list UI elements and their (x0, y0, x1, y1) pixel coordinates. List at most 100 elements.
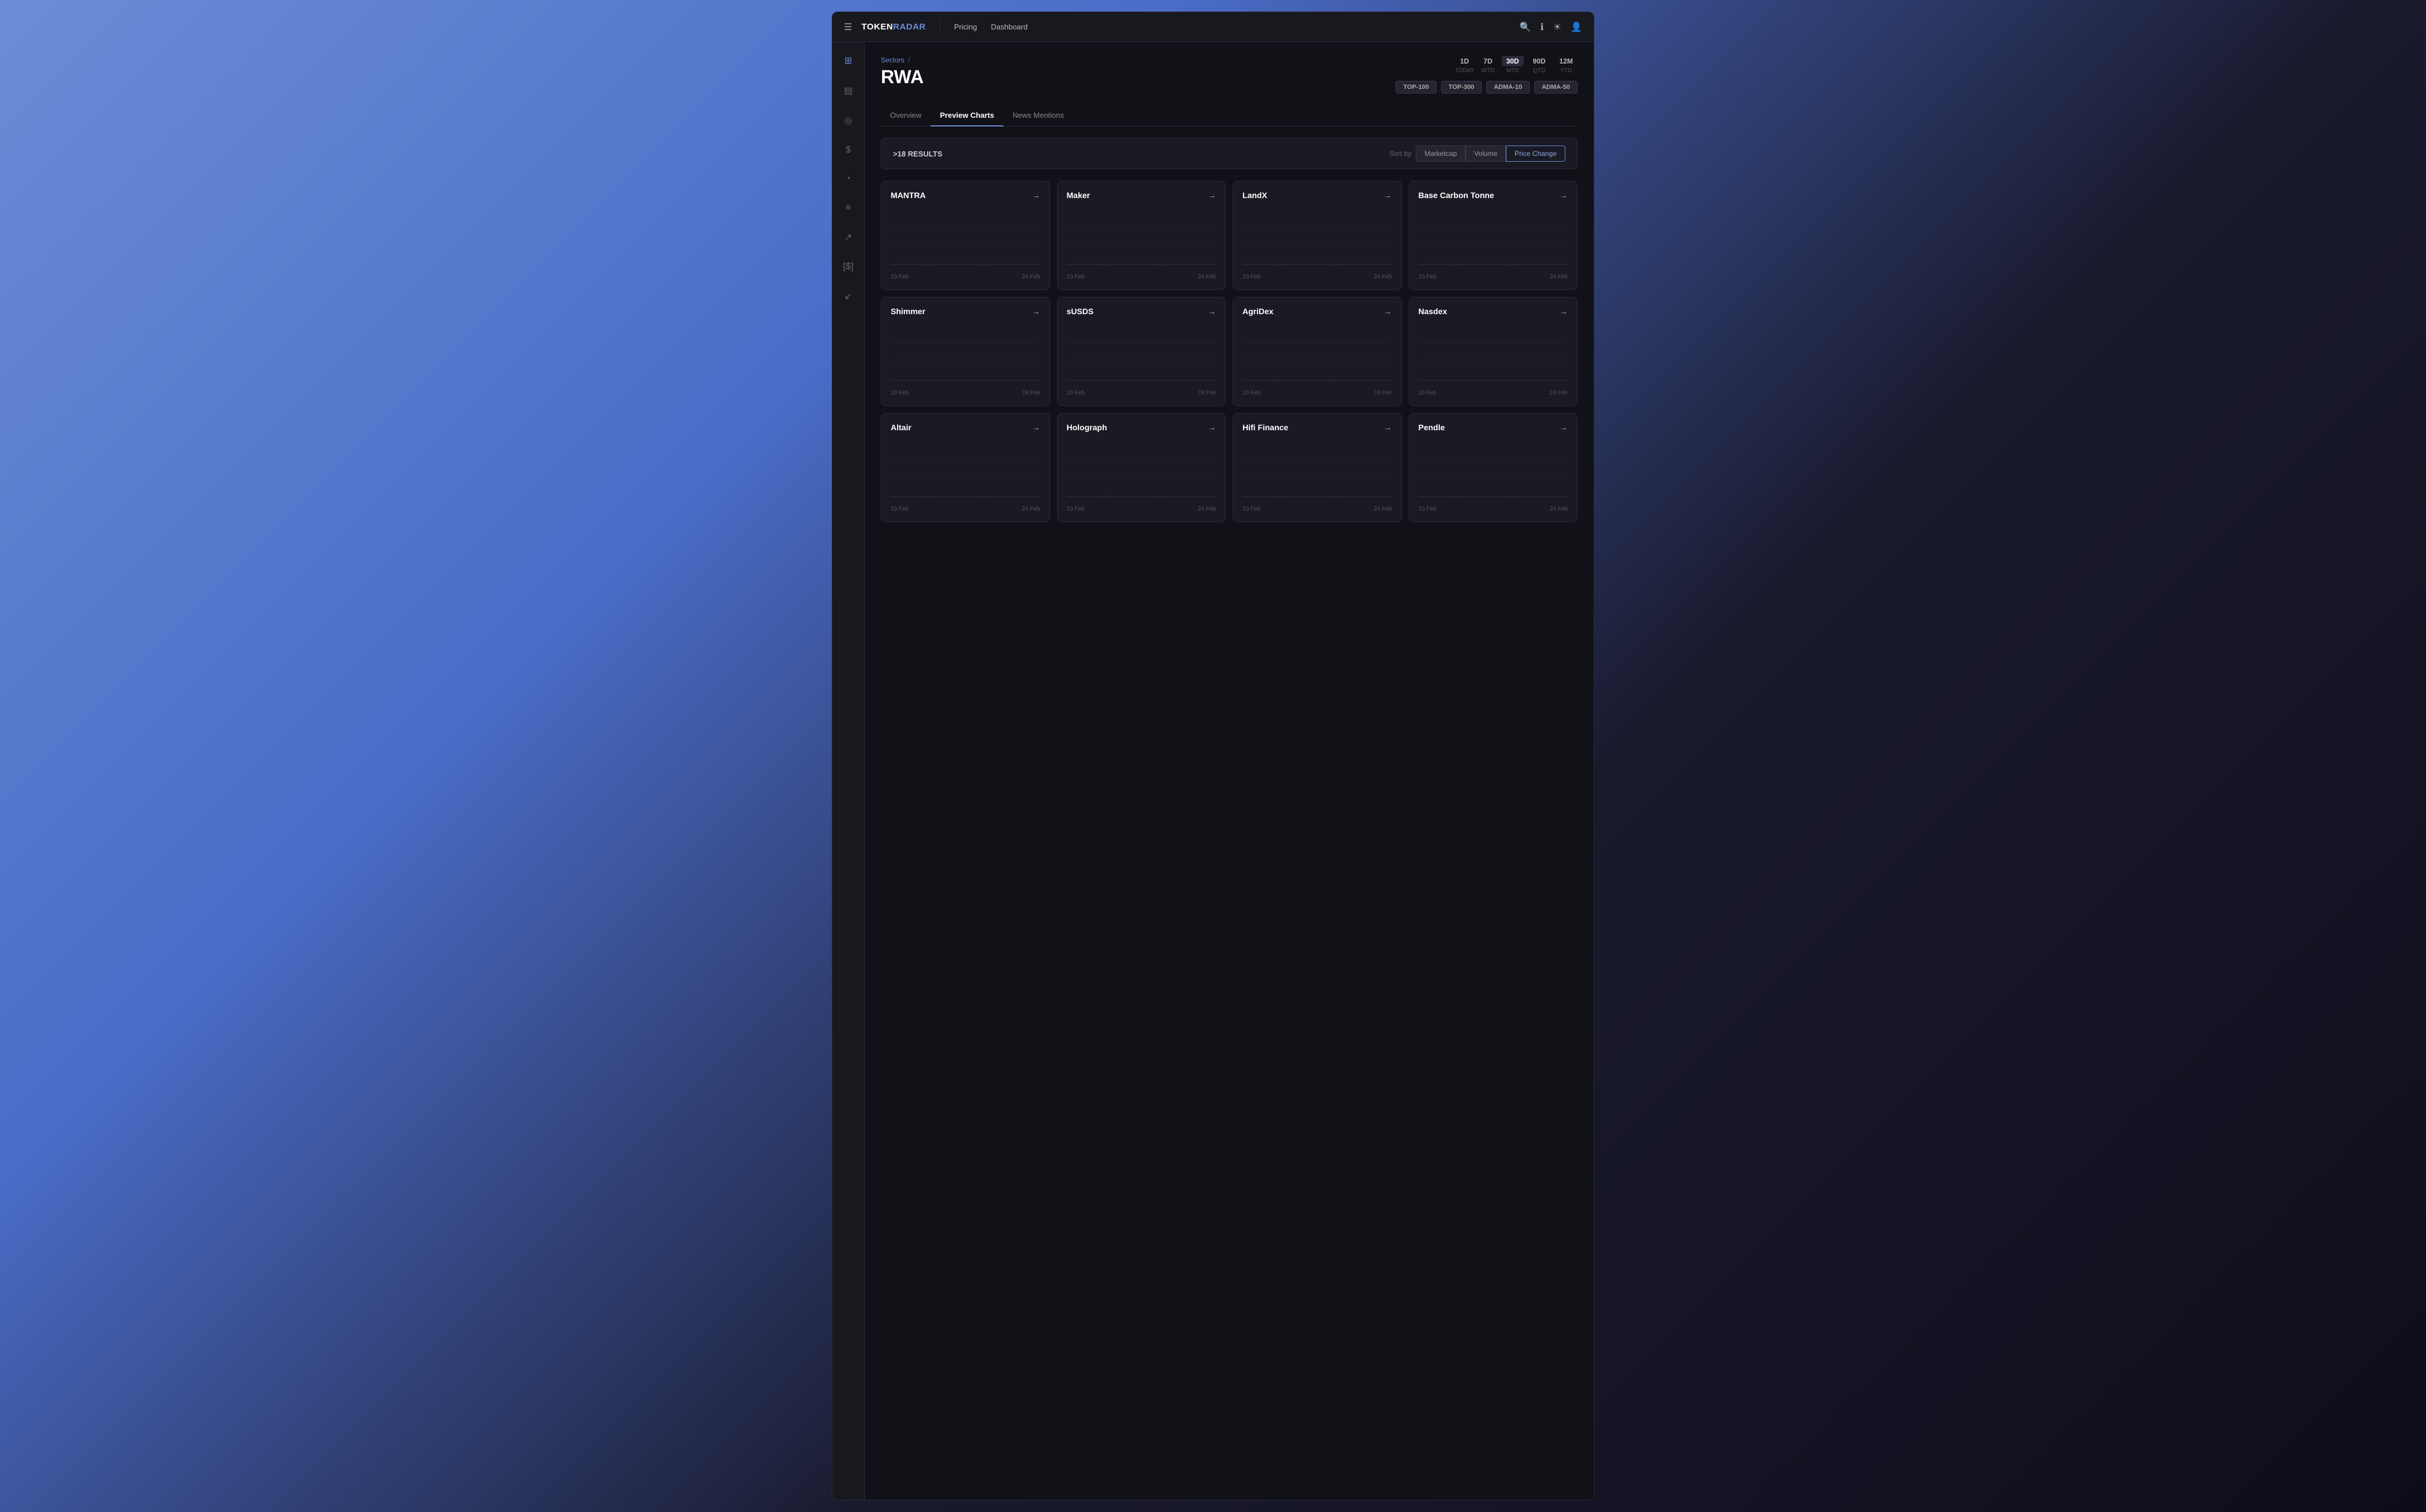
token-card[interactable]: Pendle → 10 Feb 24 Feb (1409, 413, 1578, 522)
card-header: Maker → (1067, 191, 1216, 200)
tab-overview[interactable]: Overview (881, 105, 931, 126)
chart-container (1242, 439, 1392, 502)
chip-top100[interactable]: TOP-100 (1396, 81, 1436, 94)
card-header: sUSDS → (1067, 307, 1216, 316)
chart-label-start: 10 Feb (1419, 506, 1437, 512)
tab-preview-charts[interactable]: Preview Charts (931, 105, 1003, 126)
card-name: Nasdex (1419, 307, 1448, 316)
card-header: MANTRA → (891, 191, 1040, 200)
main-layout: ⊞ ▤ ◎ $ ◔ ≡ ↗ [$] ↙ Sectors / RWA (832, 42, 1594, 1500)
card-header: LandX → (1242, 191, 1392, 200)
time-btn-12m[interactable]: 12M (1555, 56, 1577, 66)
sort-price-change[interactable]: Price Change (1506, 146, 1565, 162)
card-arrow-icon: → (1208, 191, 1216, 200)
card-name: MANTRA (891, 191, 926, 200)
card-header: Altair → (891, 423, 1040, 432)
token-card[interactable]: Base Carbon Tonne → 10 Feb 24 Feb (1409, 181, 1578, 290)
topbar: ☰ TOKEN RADAR Pricing Dashboard 🔍 ℹ ☀ 👤 (832, 12, 1594, 42)
card-header: Base Carbon Tonne → (1419, 191, 1568, 200)
chart-label-start: 10 Feb (1067, 390, 1085, 396)
token-card[interactable]: Hifi Finance → 10 Feb 24 Feb (1233, 413, 1402, 522)
chip-top300[interactable]: TOP-300 (1441, 81, 1482, 94)
time-filter-90d: 90D QTD (1528, 56, 1550, 74)
tab-news-mentions[interactable]: News Mentions (1003, 105, 1073, 126)
sort-marketcap[interactable]: Marketcap (1416, 146, 1465, 162)
card-header: Hifi Finance → (1242, 423, 1392, 432)
sort-volume[interactable]: Volume (1465, 146, 1506, 162)
time-label-1d: TODAY (1455, 68, 1475, 74)
chart-container (891, 207, 1040, 270)
token-card[interactable]: sUSDS → 10 Feb 24 Feb (1057, 297, 1226, 406)
chart-labels: 10 Feb 24 Feb (891, 390, 1040, 396)
token-card[interactable]: Nasdex → 10 Feb 24 Feb (1409, 297, 1578, 406)
token-card[interactable]: Holograph → 10 Feb 24 Feb (1057, 413, 1226, 522)
logo-token: TOKEN (861, 22, 893, 32)
token-card[interactable]: Maker → 10 Feb 24 Feb (1057, 181, 1226, 290)
chart-label-end: 24 Feb (1198, 506, 1216, 512)
grid-icon[interactable]: ⊞ (841, 51, 855, 70)
time-btn-1d[interactable]: 1D (1456, 56, 1474, 66)
chart-svg (891, 323, 1040, 386)
chart-label-end: 24 Feb (1022, 390, 1040, 396)
chart-label-end: 24 Feb (1374, 506, 1391, 512)
doc-icon[interactable]: ≡ (842, 199, 854, 217)
currency-icon[interactable]: [$] (840, 258, 857, 275)
logo-radar: RADAR (893, 22, 926, 32)
chart-label-end: 24 Feb (1550, 506, 1568, 512)
card-arrow-icon: → (1032, 191, 1040, 200)
token-card[interactable]: MANTRA → 10 Feb 24 Feb (881, 181, 1050, 290)
tabs: Overview Preview Charts News Mentions (881, 105, 1577, 126)
export-icon[interactable]: ↗ (841, 228, 855, 247)
token-card[interactable]: Altair → 10 Feb 24 Feb (881, 413, 1050, 522)
theme-icon[interactable]: ☀ (1553, 21, 1561, 33)
time-filter-12m: 12M YTD (1555, 56, 1577, 74)
menu-icon[interactable]: ☰ (844, 21, 852, 33)
token-card[interactable]: AgriDex → 10 Feb 24 Feb (1233, 297, 1402, 406)
card-arrow-icon: → (1384, 191, 1392, 200)
nav-pricing[interactable]: Pricing (954, 23, 977, 31)
chart-labels: 10 Feb 24 Feb (1242, 274, 1392, 280)
time-btn-30d[interactable]: 30D (1502, 56, 1524, 66)
chart-label-start: 10 Feb (891, 390, 909, 396)
chart-labels: 10 Feb 24 Feb (1067, 390, 1216, 396)
card-arrow-icon: → (1032, 423, 1040, 432)
chart-svg (1242, 207, 1392, 270)
card-name: Maker (1067, 191, 1090, 200)
chart-label-end: 24 Feb (1198, 390, 1216, 396)
token-card[interactable]: Shimmer → 10 Feb 24 Feb (881, 297, 1050, 406)
breadcrumb-sectors[interactable]: Sectors (881, 56, 905, 64)
chart-label-start: 10 Feb (1067, 506, 1085, 512)
cards-grid: MANTRA → 10 Feb 24 Feb (881, 181, 1577, 522)
radar-icon[interactable]: ◔ (842, 170, 855, 188)
time-btn-7d[interactable]: 7D (1479, 56, 1497, 66)
chart-labels: 10 Feb 24 Feb (1419, 390, 1568, 396)
search-icon[interactable]: 🔍 (1520, 21, 1531, 33)
chart-bar-icon[interactable]: ▤ (840, 81, 856, 100)
main-content: Sectors / RWA 1D TODAY 7D WTD (865, 42, 1594, 1500)
card-header: Nasdex → (1419, 307, 1568, 316)
time-btn-90d[interactable]: 90D (1528, 56, 1550, 66)
chip-adma50[interactable]: ADMA-50 (1534, 81, 1577, 94)
chart-container (1419, 439, 1568, 502)
chart-label-end: 24 Feb (1374, 274, 1391, 280)
token-card[interactable]: LandX → 10 Feb 24 Feb (1233, 181, 1402, 290)
dollar-icon[interactable]: $ (842, 141, 854, 159)
nav-dashboard[interactable]: Dashboard (991, 23, 1028, 31)
chart-labels: 10 Feb 24 Feb (891, 506, 1040, 512)
card-arrow-icon: → (1560, 307, 1568, 316)
chart-label-end: 24 Feb (1198, 274, 1216, 280)
time-label-90d: QTD (1533, 68, 1545, 74)
time-label-30d: MTD (1506, 68, 1519, 74)
user-icon[interactable]: 👤 (1571, 21, 1582, 33)
target-icon[interactable]: ◎ (841, 111, 856, 130)
chart-label-start: 10 Feb (891, 506, 909, 512)
card-name: Holograph (1067, 423, 1107, 432)
import-icon[interactable]: ↙ (841, 287, 855, 306)
card-name: AgriDex (1242, 307, 1274, 316)
chip-adma10[interactable]: ADMA-10 (1486, 81, 1530, 94)
info-icon[interactable]: ℹ (1541, 21, 1544, 33)
time-label-7d: WTD (1482, 68, 1495, 74)
card-header: Shimmer → (891, 307, 1040, 316)
card-arrow-icon: → (1208, 423, 1216, 432)
chart-svg (891, 207, 1040, 270)
